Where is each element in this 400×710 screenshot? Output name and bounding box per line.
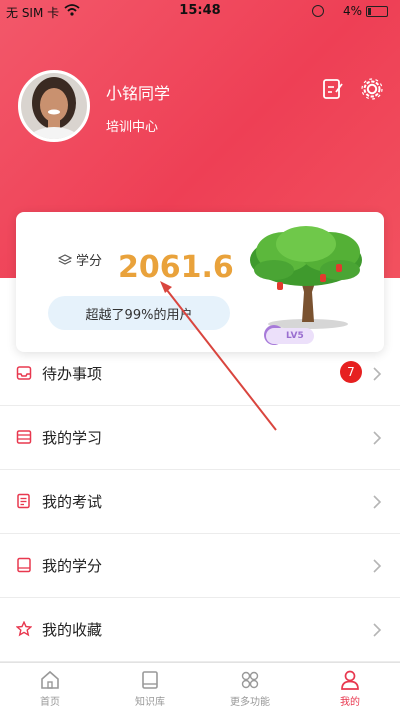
chevron-right-icon xyxy=(373,431,382,445)
tab-bar: 首页 知识库 更多功能 我的 xyxy=(0,662,400,710)
book-icon xyxy=(17,557,31,573)
orientation-lock-icon xyxy=(312,5,324,17)
menu-item-my-exam[interactable]: 我的考试 xyxy=(0,470,400,534)
menu-label: 我的学习 xyxy=(42,429,103,447)
credit-label: 学分 xyxy=(58,250,102,269)
menu-label: 待办事项 xyxy=(42,365,103,383)
home-icon xyxy=(41,670,59,689)
avatar-photo xyxy=(21,73,87,139)
tab-label: 我的 xyxy=(340,697,360,708)
menu-label: 我的学分 xyxy=(42,557,103,575)
edit-icon[interactable] xyxy=(322,78,344,100)
tab-home[interactable]: 首页 xyxy=(0,663,100,710)
doc-icon xyxy=(17,493,30,509)
tab-label: 更多功能 xyxy=(230,697,270,708)
chevron-right-icon xyxy=(373,367,382,381)
credit-label-text: 学分 xyxy=(76,254,103,269)
credit-card[interactable]: 学分 2061.6 超越了99%的用户 LV5 xyxy=(16,212,384,352)
status-bar: 无 SIM 卡 15:48 4% xyxy=(0,0,400,22)
menu-label: 我的考试 xyxy=(42,493,103,511)
tab-mine[interactable]: 我的 xyxy=(300,663,400,710)
clock: 15:48 xyxy=(179,3,221,18)
chevron-right-icon xyxy=(373,495,382,509)
credit-value: 2061.6 xyxy=(118,250,234,285)
avatar[interactable] xyxy=(18,70,90,142)
chevron-right-icon xyxy=(373,559,382,573)
chevron-right-icon xyxy=(373,623,382,637)
library-icon xyxy=(142,671,158,689)
user-organization: 培训中心 xyxy=(106,120,159,135)
gear-icon[interactable] xyxy=(360,77,384,101)
battery-percent: 4% xyxy=(342,4,362,18)
todo-count-badge: 7 xyxy=(340,361,362,383)
user-name[interactable]: 小铭同学 xyxy=(106,80,170,104)
rank-pill: 超越了99%的用户 xyxy=(48,296,230,330)
grid-icon xyxy=(241,671,259,689)
layers-icon xyxy=(58,253,72,265)
tree-illustration xyxy=(250,226,362,329)
menu-label: 我的收藏 xyxy=(42,621,103,639)
menu-item-my-study[interactable]: 我的学习 xyxy=(0,406,400,470)
star-icon xyxy=(16,621,32,637)
tab-more-features[interactable]: 更多功能 xyxy=(200,663,300,710)
battery-icon xyxy=(366,6,388,17)
menu-list: 待办事项 7 我的学习 我的考试 我的学分 我的收藏 xyxy=(0,342,400,662)
tab-label: 首页 xyxy=(40,697,60,708)
tab-label: 知识库 xyxy=(135,697,165,708)
tab-library[interactable]: 知识库 xyxy=(100,663,200,710)
menu-item-my-favorites[interactable]: 我的收藏 xyxy=(0,598,400,662)
list-icon xyxy=(16,430,32,444)
inbox-icon xyxy=(16,366,32,380)
person-icon xyxy=(341,670,359,690)
menu-item-my-credits[interactable]: 我的学分 xyxy=(0,534,400,598)
menu-item-todo[interactable]: 待办事项 7 xyxy=(0,342,400,406)
